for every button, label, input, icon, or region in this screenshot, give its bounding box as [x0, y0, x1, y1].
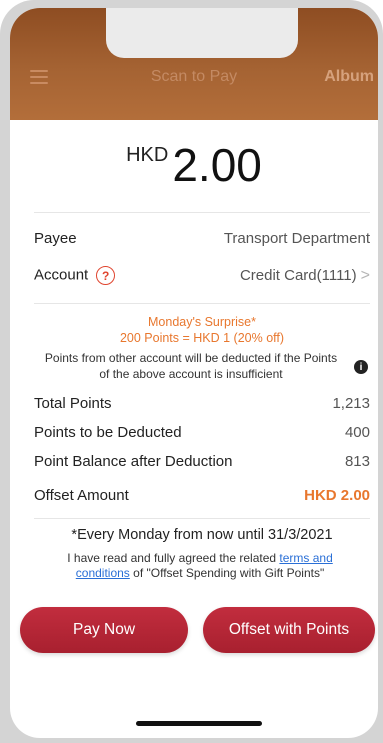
total-points-label: Total Points [34, 395, 112, 412]
points-deducted-value: 400 [344, 424, 370, 441]
chevron-right-icon: > [360, 266, 370, 284]
phone-screen: Scan to Pay Album HKD2.00 Payee Transpor… [10, 8, 378, 738]
account-row[interactable]: Account? Credit Card(1111) > [34, 266, 370, 285]
account-value: Credit Card(1111) [239, 266, 357, 284]
offset-amount-value: HKD 2.00 [304, 487, 370, 504]
divider [34, 212, 370, 213]
promo-banner: Monday's Surprise* 200 Points = HKD 1 (2… [34, 314, 370, 346]
amount-display: HKD2.00 [10, 138, 378, 192]
points-deducted-row: Points to be Deducted 400 [34, 424, 370, 441]
info-icon[interactable]: i [354, 360, 368, 374]
promo-title: Monday's Surprise* [148, 315, 256, 329]
offset-amount-row: Offset Amount HKD 2.00 [34, 487, 370, 504]
promo-footnote: *Every Monday from now until 31/3/2021 [71, 527, 333, 543]
payee-row: Payee Transport Department [34, 230, 370, 247]
insufficient-points-note: Points from other account will be deduct… [44, 351, 338, 381]
divider [34, 518, 370, 519]
promo-rate: 200 Points = HKD 1 (20% off) [119, 331, 285, 345]
point-balance-value: 813 [344, 453, 370, 470]
app-header: Scan to Pay Album [10, 8, 378, 120]
point-balance-label: Point Balance after Deduction [34, 453, 233, 470]
device-notch [106, 8, 298, 58]
offset-with-points-button[interactable]: Offset with Points [203, 607, 375, 653]
agreement-suffix: of "Offset Spending with Gift Points" [129, 566, 325, 580]
amount-value: 2.00 [172, 139, 262, 191]
account-value-group[interactable]: Credit Card(1111) > [240, 267, 370, 285]
divider [34, 303, 370, 304]
payee-value: Transport Department [223, 230, 370, 247]
amount-currency: HKD [126, 144, 169, 166]
payee-label: Payee [34, 230, 77, 247]
album-button[interactable]: Album [324, 68, 374, 86]
points-deducted-label: Points to be Deducted [34, 424, 182, 441]
account-label-group: Account? [34, 266, 116, 285]
header-title: Scan to Pay [150, 68, 238, 85]
total-points-row: Total Points 1,213 [34, 395, 370, 412]
pay-now-button[interactable]: Pay Now [20, 607, 188, 653]
offset-amount-label: Offset Amount [34, 487, 129, 504]
total-points-value: 1,213 [332, 395, 370, 412]
point-balance-row: Point Balance after Deduction 813 [34, 453, 370, 470]
account-label: Account [34, 266, 89, 284]
help-icon[interactable]: ? [96, 266, 116, 285]
agreement-prefix: I have read and fully agreed the related [67, 551, 280, 565]
terms-agreement: I have read and fully agreed the related… [40, 551, 360, 581]
home-indicator[interactable] [136, 721, 262, 726]
